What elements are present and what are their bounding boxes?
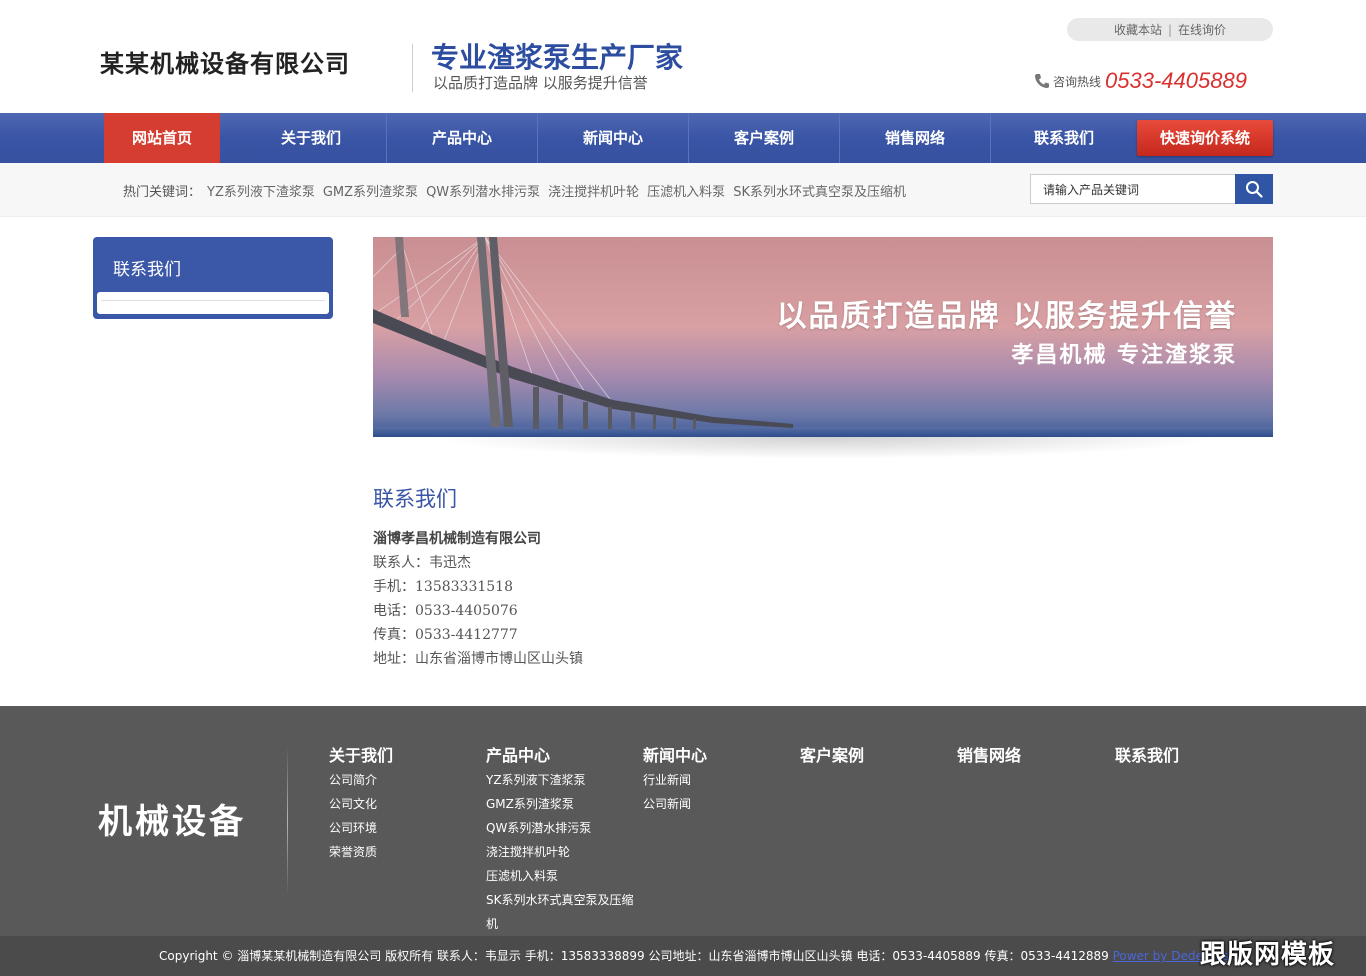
- nav-item-home[interactable]: 网站首页: [104, 113, 220, 163]
- nav-item-about[interactable]: 关于我们: [236, 113, 387, 163]
- keyword-link[interactable]: 压滤机入料泵: [647, 181, 725, 200]
- hot-keywords-label: 热门关键词：: [123, 185, 202, 200]
- footer-column-products: 产品中心 YZ系列液下渣浆泵 GMZ系列渣浆泵 QW系列潜水排污泵 浇注搅拌机叶…: [486, 744, 636, 936]
- contact-fax: 传真：0533-4412777: [373, 627, 518, 643]
- footer-link[interactable]: 公司新闻: [643, 792, 793, 816]
- copyright-text-container: Copyright © 淄博某某机械制造有限公司 版权所有 联系人：韦显示 手机…: [159, 936, 1229, 976]
- logo-divider: [412, 44, 413, 92]
- footer-divider: [287, 746, 288, 896]
- top-links-separator: |: [1167, 22, 1173, 37]
- contact-person: 联系人：韦迅杰: [373, 555, 471, 571]
- footer-column-about: 关于我们 公司简介 公司文化 公司环境 荣誉资质: [329, 744, 479, 864]
- footer-column-title[interactable]: 客户案例: [800, 744, 950, 768]
- contact-company: 淄博孝昌机械制造有限公司: [373, 531, 541, 547]
- hotline-number: 0533-4405889: [1105, 68, 1247, 93]
- keyword-link[interactable]: 浇注搅拌机叶轮: [548, 181, 639, 200]
- footer-column-title[interactable]: 联系我们: [1115, 744, 1265, 768]
- header: 某某机械设备有限公司 专业渣浆泵生产厂家 以品质打造品牌 以服务提升信誉 收藏本…: [0, 0, 1366, 113]
- search-button[interactable]: [1235, 174, 1273, 204]
- footer-link[interactable]: SK系列水环式真空泵及压缩机: [486, 888, 636, 936]
- footer-link[interactable]: 荣誉资质: [329, 840, 479, 864]
- contact-mobile: 手机：13583331518: [373, 579, 513, 595]
- nav-item-news[interactable]: 新闻中心: [538, 113, 689, 163]
- sidebar-list: [97, 292, 329, 314]
- search-icon: [1246, 181, 1263, 198]
- hot-keywords-list: YZ系列液下渣浆泵 GMZ系列渣浆泵 QW系列潜水排污泵 浇注搅拌机叶轮 压滤机…: [207, 181, 906, 200]
- hotline: 咨询热线 0533-4405889: [1034, 66, 1247, 96]
- page-title: 联系我们: [373, 487, 457, 511]
- footer-link[interactable]: 公司环境: [329, 816, 479, 840]
- top-links: 收藏本站 | 在线询价: [1067, 18, 1273, 41]
- keyword-link[interactable]: YZ系列液下渣浆泵: [207, 181, 315, 200]
- copyright-text: Copyright © 淄博某某机械制造有限公司 版权所有 联系人：韦显示 手机…: [159, 949, 1113, 963]
- footer-link[interactable]: QW系列潜水排污泵: [486, 816, 636, 840]
- sidebar-title: 联系我们: [113, 260, 181, 280]
- footer-link[interactable]: 公司文化: [329, 792, 479, 816]
- footer: 机械设备 关于我们 公司简介 公司文化 公司环境 荣誉资质 产品中心 YZ系列液…: [0, 706, 1366, 936]
- nav-item-sales-network[interactable]: 销售网络: [840, 113, 991, 163]
- footer-column-title[interactable]: 产品中心: [486, 744, 636, 768]
- banner-subtitle: 孝昌机械 专注渣浆泵: [1011, 342, 1237, 368]
- hotline-label: 咨询热线: [1053, 74, 1102, 89]
- main-nav: 网站首页 关于我们 产品中心 新闻中心 客户案例 销售网络 联系我们 快速询价系…: [0, 113, 1366, 163]
- footer-column-title[interactable]: 销售网络: [957, 744, 1107, 768]
- online-inquiry-link[interactable]: 在线询价: [1178, 21, 1226, 38]
- footer-link[interactable]: 公司简介: [329, 768, 479, 792]
- keyword-link[interactable]: GMZ系列渣浆泵: [323, 181, 418, 200]
- footer-column-news: 新闻中心 行业新闻 公司新闻: [643, 744, 793, 816]
- footer-column-sales-network: 销售网络: [957, 744, 1107, 768]
- slogan-subtitle: 以品质打造品牌 以服务提升信誉: [433, 74, 648, 92]
- keyword-bar: 热门关键词： YZ系列液下渣浆泵 GMZ系列渣浆泵 QW系列潜水排污泵 浇注搅拌…: [0, 163, 1366, 217]
- contact-phone: 电话：0533-4405076: [373, 603, 518, 619]
- keyword-link[interactable]: SK系列水环式真空泵及压缩机: [733, 181, 906, 200]
- contact-info: 淄博孝昌机械制造有限公司 联系人：韦迅杰 手机：13583331518 电话：0…: [373, 527, 583, 671]
- copyright-bar: Copyright © 淄博某某机械制造有限公司 版权所有 联系人：韦显示 手机…: [0, 936, 1366, 976]
- footer-column-contact: 联系我们: [1115, 744, 1265, 768]
- nav-item-products[interactable]: 产品中心: [387, 113, 538, 163]
- banner-image: 以品质打造品牌 以服务提升信誉 孝昌机械 专注渣浆泵: [373, 237, 1273, 437]
- footer-link[interactable]: GMZ系列渣浆泵: [486, 792, 636, 816]
- phone-icon: [1035, 74, 1049, 88]
- footer-link[interactable]: 压滤机入料泵: [486, 864, 636, 888]
- watermark: 跟版网模板: [1200, 940, 1336, 970]
- nav-item-cases[interactable]: 客户案例: [689, 113, 840, 163]
- footer-logo: 机械设备: [98, 802, 246, 842]
- footer-column-title[interactable]: 关于我们: [329, 744, 479, 768]
- keyword-link[interactable]: QW系列潜水排污泵: [426, 181, 540, 200]
- footer-link[interactable]: YZ系列液下渣浆泵: [486, 768, 636, 792]
- footer-link[interactable]: 行业新闻: [643, 768, 793, 792]
- footer-column-cases: 客户案例: [800, 744, 950, 768]
- sidebar: 联系我们: [93, 237, 333, 319]
- bookmark-link[interactable]: 收藏本站: [1114, 21, 1162, 38]
- slogan-title: 专业渣浆泵生产厂家: [431, 41, 684, 74]
- quick-quote-button[interactable]: 快速询价系统: [1137, 120, 1273, 156]
- search-input[interactable]: [1030, 174, 1236, 204]
- footer-column-title[interactable]: 新闻中心: [643, 744, 793, 768]
- company-logo[interactable]: 某某机械设备有限公司: [100, 44, 350, 79]
- banner-shadow: [430, 437, 1220, 459]
- contact-address: 地址：山东省淄博市博山区山头镇: [373, 651, 583, 667]
- banner-title: 以品质打造品牌 以服务提升信誉: [776, 299, 1237, 334]
- nav-item-contact[interactable]: 联系我们: [991, 113, 1137, 163]
- footer-link[interactable]: 浇注搅拌机叶轮: [486, 840, 636, 864]
